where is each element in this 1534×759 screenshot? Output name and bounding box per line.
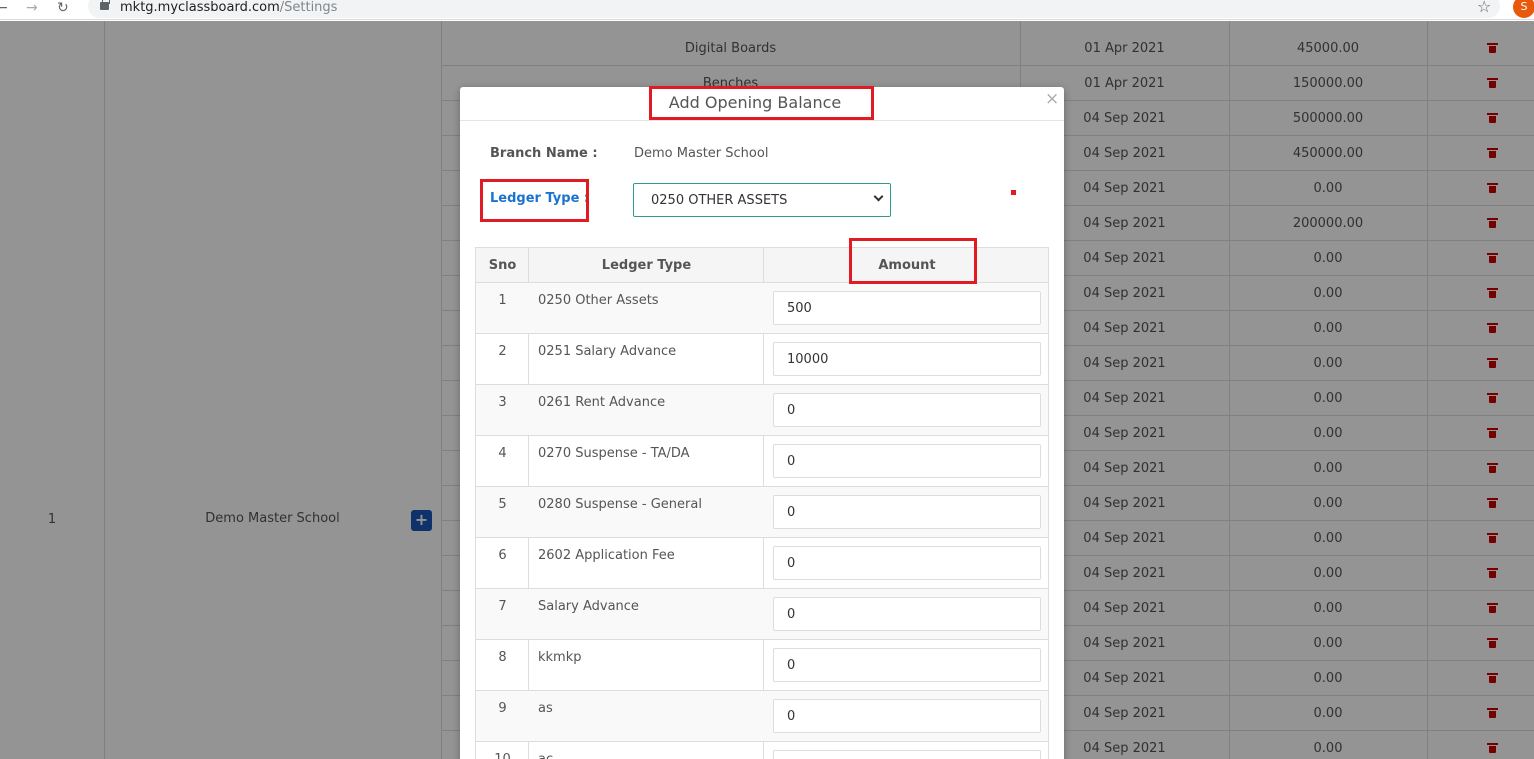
sno-cell: 2 [498, 344, 507, 359]
url-path: /Settings [279, 0, 338, 15]
bookmark-star-icon[interactable]: ☆ [1477, 0, 1491, 15]
highlight-box-ledger-label [480, 179, 589, 222]
table-row: 7 Salary Advance [475, 589, 1049, 640]
ledger-type-cell: 0280 Suspense - General [538, 497, 702, 512]
sno-cell: 3 [498, 395, 507, 410]
ledger-type-cell: Salary Advance [538, 599, 639, 614]
ledger-type-cell: 2602 Application Fee [538, 548, 675, 563]
lock-icon [100, 0, 110, 10]
sno-cell: 6 [498, 548, 507, 563]
close-icon[interactable]: × [1045, 91, 1059, 108]
table-row: 4 0270 Suspense - TA/DA [475, 436, 1049, 487]
ledger-type-cell: 0251 Salary Advance [538, 344, 677, 359]
branch-name-value: Demo Master School [634, 146, 769, 161]
forward-arrow-icon[interactable]: → [26, 0, 38, 16]
sno-cell: 10 [476, 752, 529, 759]
sno-cell: 4 [498, 446, 507, 461]
address-bar[interactable]: mktg.myclassboard.com/Settings [88, 0, 1500, 18]
table-row: 10 ac [475, 742, 1049, 759]
amount-input[interactable] [773, 546, 1041, 580]
red-marker [1011, 190, 1016, 195]
amount-input[interactable] [773, 342, 1041, 376]
ledger-type-cell: kkmkp [538, 650, 582, 665]
branch-name-label: Branch Name : [490, 146, 598, 161]
table-row: 1 0250 Other Assets [475, 283, 1049, 334]
table-row: 3 0261 Rent Advance [475, 385, 1049, 436]
highlight-box-amount [849, 238, 977, 284]
chevron-down-icon [873, 191, 884, 202]
amount-input[interactable] [773, 393, 1041, 427]
url-domain: mktg.myclassboard.com [120, 0, 280, 15]
amount-input[interactable] [773, 291, 1041, 325]
ledger-type-selected-value: 0250 OTHER ASSETS [651, 193, 788, 208]
browser-toolbar: ← → ↻ mktg.myclassboard.com/Settings ☆ S [0, 0, 1534, 20]
table-row: 2 0251 Salary Advance [475, 334, 1049, 385]
reload-icon[interactable]: ↻ [57, 0, 69, 16]
ledger-type-select[interactable]: 0250 OTHER ASSETS [633, 183, 891, 217]
ledger-type-cell: 0270 Suspense - TA/DA [538, 446, 690, 461]
sno-cell: 7 [498, 599, 507, 614]
table-row: 9 as [475, 691, 1049, 742]
amount-input[interactable] [773, 699, 1041, 733]
amount-input[interactable] [773, 495, 1041, 529]
profile-avatar[interactable]: S [1513, 0, 1534, 18]
sno-cell: 8 [498, 650, 507, 665]
table-row: 5 0280 Suspense - General [475, 487, 1049, 538]
ledger-type-cell: as [538, 701, 553, 716]
amount-input[interactable] [773, 597, 1041, 631]
sno-cell: 1 [498, 293, 507, 308]
ledger-type-cell: 0250 Other Assets [538, 293, 659, 308]
url-text: mktg.myclassboard.com/Settings [120, 0, 337, 16]
back-arrow-icon[interactable]: ← [0, 0, 8, 16]
sno-cell: 5 [498, 497, 507, 512]
column-header-ledger-type: Ledger Type [601, 258, 692, 273]
sno-cell: 9 [498, 701, 507, 716]
table-row: 6 2602 Application Fee [475, 538, 1049, 589]
add-opening-balance-modal: Add Opening Balance × Branch Name : Demo… [460, 86, 1064, 759]
ledger-type-cell: 0261 Rent Advance [538, 395, 666, 410]
highlight-box-title [649, 86, 874, 120]
table-row: 8 kkmkp [475, 640, 1049, 691]
amount-input[interactable] [773, 750, 1041, 759]
ledger-type-cell: ac [538, 752, 553, 759]
amount-input[interactable] [773, 444, 1041, 478]
amount-input[interactable] [773, 648, 1041, 682]
column-header-sno: Sno [488, 258, 517, 273]
